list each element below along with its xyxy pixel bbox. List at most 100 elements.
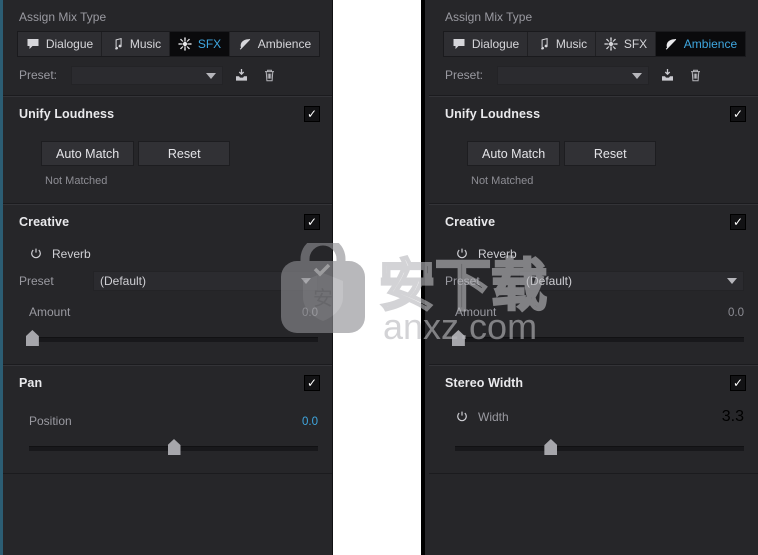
chevron-down-icon <box>301 278 311 284</box>
save-preset-icon[interactable] <box>657 65 677 85</box>
slider-handle[interactable] <box>544 439 558 455</box>
reverb-row: Reverb <box>3 239 332 261</box>
section-enable-checkbox[interactable]: ✓ <box>304 375 320 391</box>
mix-panel-right: Assign Mix Type Dialogue Music SFX Ambie… <box>421 0 758 555</box>
chevron-down-icon <box>727 278 737 284</box>
tab-music[interactable]: Music <box>102 32 170 56</box>
stereo-width-section: Stereo Width ✓ Width 3.3 <box>429 365 758 474</box>
slider-handle[interactable] <box>167 439 181 455</box>
tab-dialogue[interactable]: Dialogue <box>444 32 529 56</box>
creative-preset-value: (Default) <box>100 274 147 288</box>
reset-button[interactable]: Reset <box>564 141 657 166</box>
leaf-wind-icon <box>238 37 252 51</box>
power-toggle-icon[interactable] <box>455 247 469 261</box>
preset-row: Preset: <box>429 57 758 95</box>
slider-track <box>29 337 318 342</box>
section-enable-checkbox[interactable]: ✓ <box>730 214 746 230</box>
music-note-icon <box>536 37 550 51</box>
creative-preset-row: Preset (Default) <box>3 261 332 291</box>
tab-sfx-label: SFX <box>197 37 222 51</box>
preset-dropdown[interactable] <box>497 65 649 85</box>
preset-label: Preset: <box>19 68 58 82</box>
position-value: 0.0 <box>302 416 318 428</box>
tab-dialogue-label: Dialogue <box>45 37 94 51</box>
tab-sfx-label: SFX <box>623 37 648 51</box>
amount-slider[interactable] <box>25 326 318 348</box>
tab-music-label: Music <box>129 37 162 51</box>
section-title: Creative <box>19 215 70 229</box>
section-enable-checkbox[interactable]: ✓ <box>304 214 320 230</box>
tab-ambience-label: Ambience <box>683 37 738 51</box>
section-header: Unify Loudness ✓ <box>429 97 758 131</box>
auto-match-button[interactable]: Auto Match <box>467 141 561 166</box>
trash-icon[interactable] <box>685 65 705 85</box>
tab-music[interactable]: Music <box>528 32 596 56</box>
save-preset-icon[interactable] <box>231 65 251 85</box>
pan-section: Pan ✓ Position 0.0 <box>3 365 332 474</box>
slider-track <box>455 446 744 451</box>
amount-value: 0.0 <box>302 307 318 319</box>
slider-handle[interactable] <box>451 330 465 346</box>
section-header: Creative ✓ <box>3 205 332 239</box>
position-slider-block: Position 0.0 <box>3 400 332 473</box>
tab-ambience[interactable]: Ambience <box>229 32 319 56</box>
creative-preset-label: Preset <box>19 274 54 288</box>
tab-dialogue[interactable]: Dialogue <box>18 32 103 56</box>
screenshot-stage: Assign Mix Type Dialogue Music SFX Ambie… <box>0 0 758 555</box>
reverb-row: Reverb <box>429 239 758 261</box>
section-header: Pan ✓ <box>3 366 332 400</box>
panel-inner: Assign Mix Type Dialogue Music SFX Ambie… <box>3 0 332 474</box>
loudness-status-text: Not Matched <box>45 175 108 187</box>
reverb-label: Reverb <box>52 247 91 261</box>
amount-value: 0.0 <box>728 307 744 319</box>
unify-loudness-section: Unify Loudness ✓ Auto Match Reset Not Ma… <box>3 96 332 204</box>
amount-slider[interactable] <box>451 326 744 348</box>
section-title: Unify Loudness <box>445 107 541 121</box>
creative-preset-dropdown[interactable]: (Default) <box>93 271 318 291</box>
section-title: Pan <box>19 376 43 390</box>
width-slider[interactable] <box>455 435 744 457</box>
slider-handle[interactable] <box>25 330 39 346</box>
sparkle-burst-icon <box>178 37 192 51</box>
chevron-down-icon <box>632 72 642 79</box>
tab-sfx[interactable]: SFX <box>596 32 656 56</box>
slider-header: Amount 0.0 <box>455 305 744 319</box>
amount-label: Amount <box>29 305 71 319</box>
slider-header: Position 0.0 <box>29 414 318 428</box>
auto-match-button[interactable]: Auto Match <box>41 141 135 166</box>
section-header: Stereo Width ✓ <box>429 366 758 400</box>
speech-bubble-icon <box>26 37 40 51</box>
amount-label: Amount <box>455 305 497 319</box>
position-slider[interactable] <box>29 435 318 457</box>
power-toggle-icon[interactable] <box>455 410 469 424</box>
tab-sfx[interactable]: SFX <box>170 32 230 56</box>
unify-loudness-section: Unify Loudness ✓ Auto Match Reset Not Ma… <box>429 96 758 204</box>
assign-mix-type-section: Assign Mix Type Dialogue Music SFX Ambie… <box>3 0 332 96</box>
sparkle-burst-icon <box>604 37 618 51</box>
creative-preset-value: (Default) <box>526 274 573 288</box>
mix-type-tab-bar: Dialogue Music SFX Ambience <box>17 31 320 57</box>
section-enable-checkbox[interactable]: ✓ <box>730 375 746 391</box>
mix-type-tab-bar: Dialogue Music SFX Ambience <box>443 31 746 57</box>
section-title: Stereo Width <box>445 376 524 390</box>
creative-preset-row: Preset (Default) <box>429 261 758 291</box>
assign-mix-type-label: Assign Mix Type <box>19 10 107 24</box>
speech-bubble-icon <box>452 37 466 51</box>
creative-section: Creative ✓ Reverb Preset (Default) Amoun… <box>429 204 758 365</box>
trash-icon[interactable] <box>259 65 279 85</box>
creative-preset-dropdown[interactable]: (Default) <box>519 271 744 291</box>
power-toggle-icon[interactable] <box>29 247 43 261</box>
section-header: Creative ✓ <box>429 205 758 239</box>
tab-dialogue-label: Dialogue <box>471 37 520 51</box>
section-enable-checkbox[interactable]: ✓ <box>304 106 320 122</box>
reset-button[interactable]: Reset <box>138 141 231 166</box>
preset-dropdown[interactable] <box>71 65 223 85</box>
creative-section: Creative ✓ Reverb Preset (Default) Amoun… <box>3 204 332 365</box>
section-enable-checkbox[interactable]: ✓ <box>730 106 746 122</box>
tab-ambience[interactable]: Ambience <box>655 32 745 56</box>
section-header: Unify Loudness ✓ <box>3 97 332 131</box>
creative-preset-label: Preset <box>445 274 480 288</box>
width-slider-block <box>429 426 758 473</box>
loudness-button-row: Auto Match Reset <box>3 131 332 166</box>
preset-label: Preset: <box>445 68 484 82</box>
